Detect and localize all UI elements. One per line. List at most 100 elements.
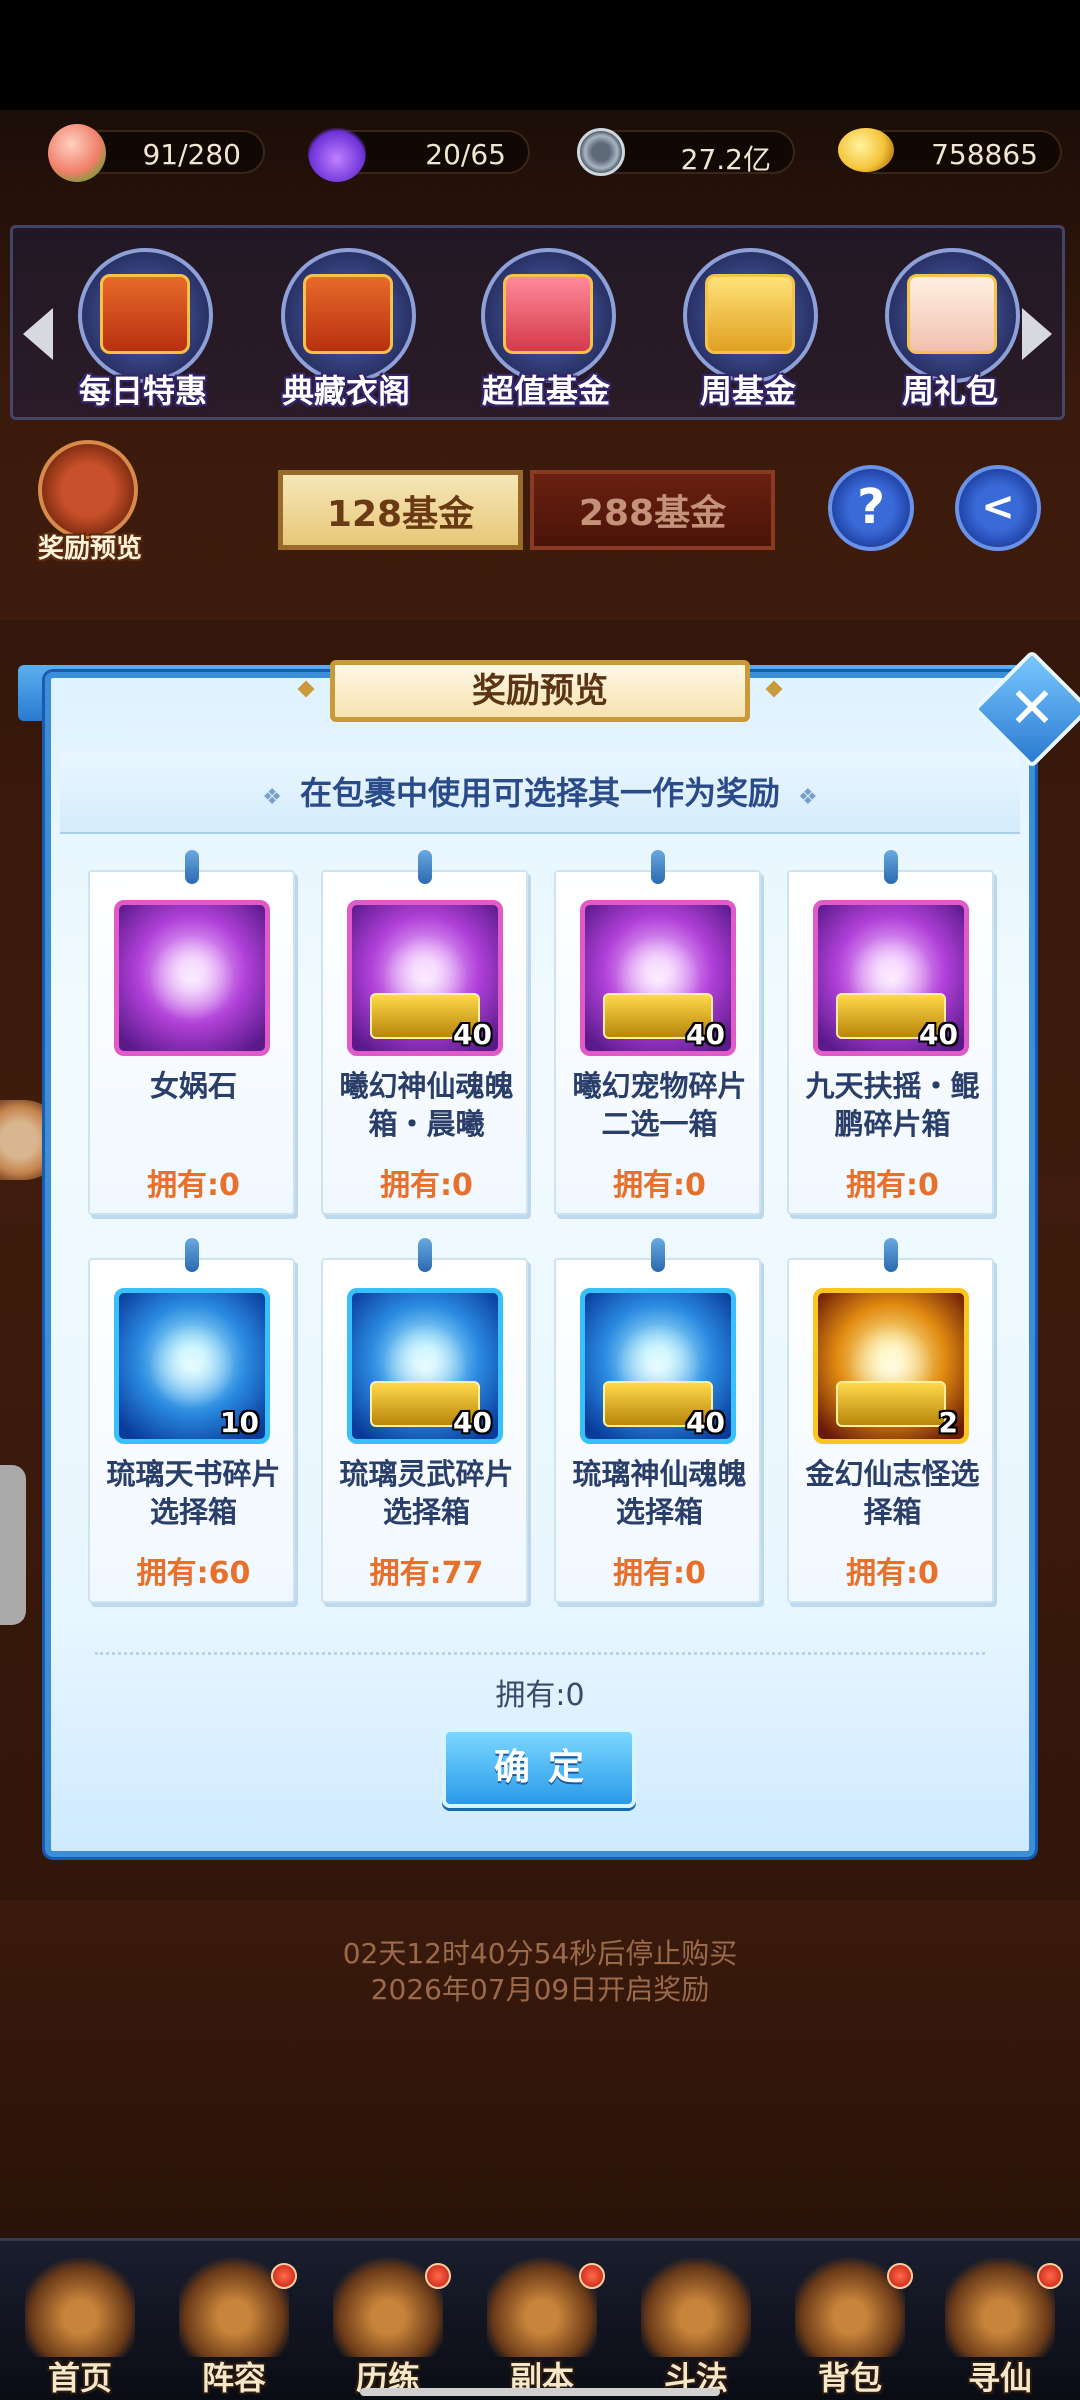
weekly-fund-icon <box>683 248 818 383</box>
resource-peach[interactable]: 91/280 <box>48 124 265 182</box>
nav-item-label: 周礼包 <box>901 372 998 410</box>
value-fund-icon <box>481 248 616 383</box>
reward-open-date: 2026年07月09日开启奖励 <box>370 1973 710 2006</box>
item-count: 2 <box>938 1406 958 1439</box>
resource-gold[interactable]: 758865 <box>838 128 1062 174</box>
notification-dot <box>271 2263 297 2289</box>
item-name: 女娲石 <box>149 1069 237 1103</box>
copper-coin-icon <box>577 128 625 176</box>
resource-value: 20/65 <box>425 138 506 171</box>
hanger-hook <box>884 850 898 884</box>
bottom-nav-label: 阵容 <box>201 2359 266 2397</box>
nuwa-stone-icon <box>114 900 270 1056</box>
confirm-button[interactable]: 确定 <box>442 1728 636 1808</box>
item-count: 40 <box>686 1018 725 1051</box>
resource-spirit[interactable]: 20/65 <box>308 124 530 182</box>
reward-preview-label: 奖励预览 <box>37 534 142 564</box>
item-owned: 拥有:0 <box>613 1556 706 1591</box>
nav-right-arrow-icon[interactable] <box>1022 308 1052 360</box>
diamond-deco-icon: ❖ <box>262 785 282 810</box>
selected-owned-total: 拥有:0 <box>495 1678 585 1713</box>
resource-value: 758865 <box>931 138 1038 171</box>
spirit-flame-icon <box>308 124 366 182</box>
nav-item-wardrobe[interactable]: 典藏衣阁 <box>271 248 421 418</box>
item-name: 琉璃天书碎片选择箱 <box>106 1457 281 1529</box>
reward-item-card[interactable]: 40 曦幻宠物碎片二选一箱 拥有:0 <box>554 850 761 1215</box>
nav-left-arrow-icon[interactable] <box>23 308 53 360</box>
dialog-divider <box>95 1652 985 1655</box>
resource-value: 91/280 <box>142 138 241 171</box>
nav-item-label: 每日特惠 <box>78 372 207 410</box>
reward-item-card[interactable]: 40 琉璃灵武碎片选择箱 拥有:77 <box>321 1238 528 1603</box>
hanger-hook <box>418 850 432 884</box>
back-button[interactable]: < <box>955 465 1041 551</box>
status-bar <box>0 0 1080 110</box>
treasure-chest-icon <box>38 440 138 540</box>
item-owned: 拥有:77 <box>369 1556 484 1591</box>
wardrobe-icon <box>281 248 416 383</box>
bottom-nav-dungeon[interactable]: 副本 <box>465 2241 619 2400</box>
gold-ingot-icon <box>838 128 894 172</box>
hanger-hook <box>651 850 665 884</box>
notification-dot <box>425 2263 451 2289</box>
resource-bar: 91/280 20/65 27.2亿 758865 <box>0 124 1080 182</box>
item-owned: 拥有:0 <box>613 1168 706 1203</box>
dialog-hint: ❖ 在包裹中使用可选择其一作为奖励 ❖ <box>60 752 1020 834</box>
reward-preview-button[interactable]: 奖励预览 <box>30 440 150 570</box>
peach-icon <box>48 124 106 182</box>
item-name: 金幻仙志怪选择箱 <box>805 1457 980 1529</box>
resource-value: 27.2亿 <box>680 143 771 176</box>
nav-item-weekly-fund[interactable]: 周基金 <box>673 248 823 418</box>
pet-fragment-chest-icon: 40 <box>580 900 736 1056</box>
weekly-pack-icon <box>885 248 1020 383</box>
hanger-hook <box>185 1238 199 1272</box>
back-arrow-icon: < <box>981 484 1015 530</box>
bottom-nav-label: 背包 <box>817 2359 882 2397</box>
nav-item-label: 超值基金 <box>481 372 610 410</box>
item-count: 40 <box>686 1406 725 1439</box>
item-name: 九天扶摇・鲲鹏碎片箱 <box>805 1069 980 1141</box>
tab-fund-288[interactable]: 288基金 <box>530 470 775 550</box>
reward-item-card[interactable]: 40 九天扶摇・鲲鹏碎片箱 拥有:0 <box>787 850 994 1215</box>
hanger-hook <box>185 850 199 884</box>
help-button[interactable]: ? <box>828 465 914 551</box>
nav-item-value-fund[interactable]: 超值基金 <box>471 248 621 418</box>
spirit-weapon-chest-icon: 40 <box>347 1288 503 1444</box>
immortal-soul-chest-icon: 40 <box>347 900 503 1056</box>
bottom-nav-seek-immortal[interactable]: 寻仙 <box>923 2241 1077 2400</box>
diamond-deco-icon: ❖ <box>798 785 818 810</box>
reward-item-card[interactable]: 40 琉璃神仙魂魄选择箱 拥有:0 <box>554 1238 761 1603</box>
item-count: 40 <box>919 1018 958 1051</box>
system-home-indicator[interactable] <box>360 2388 720 2396</box>
reward-item-card[interactable]: 女娲石 拥有:0 <box>88 850 295 1215</box>
item-owned: 拥有:0 <box>846 1168 939 1203</box>
bottom-nav-label: 首页 <box>47 2359 112 2397</box>
daily-deal-icon <box>78 248 213 383</box>
reward-item-card[interactable]: 10 琉璃天书碎片选择箱 拥有:60 <box>88 1238 295 1603</box>
reward-item-card[interactable]: 40 曦幻神仙魂魄箱・晨曦 拥有:0 <box>321 850 528 1215</box>
glaze-soul-chest-icon: 40 <box>580 1288 736 1444</box>
resource-copper[interactable]: 27.2亿 <box>577 128 795 176</box>
bottom-nav-label: 寻仙 <box>967 2359 1032 2397</box>
bottom-nav-home[interactable]: 首页 <box>3 2241 157 2400</box>
duel-icon <box>641 2257 751 2357</box>
bottom-nav-lineup[interactable]: 阵容 <box>157 2241 311 2400</box>
nav-item-weekly-pack[interactable]: 周礼包 <box>875 248 1025 418</box>
item-name: 琉璃神仙魂魄选择箱 <box>572 1457 747 1529</box>
item-owned: 拥有:0 <box>147 1168 240 1203</box>
tab-fund-128[interactable]: 128基金 <box>278 470 523 550</box>
nav-item-daily-deal[interactable]: 每日特惠 <box>68 248 218 418</box>
item-name: 曦幻神仙魂魄箱・晨曦 <box>339 1069 514 1141</box>
item-count: 40 <box>453 1018 492 1051</box>
item-name: 琉璃灵武碎片选择箱 <box>339 1457 514 1529</box>
bottom-nav-duel[interactable]: 斗法 <box>619 2241 773 2400</box>
kunpeng-fragment-chest-icon: 40 <box>813 900 969 1056</box>
bottom-nav-bag[interactable]: 背包 <box>773 2241 927 2400</box>
purchase-countdown: 02天12时40分54秒后停止购买 <box>342 1937 738 1970</box>
nav-item-label: 周基金 <box>699 372 796 410</box>
close-icon: ✕ <box>1008 676 1056 741</box>
notification-dot <box>579 2263 605 2289</box>
bottom-nav-training[interactable]: 历练 <box>311 2241 465 2400</box>
reward-item-card[interactable]: 2 金幻仙志怪选择箱 拥有:0 <box>787 1238 994 1603</box>
dialog-title: 奖励预览 <box>330 660 750 722</box>
